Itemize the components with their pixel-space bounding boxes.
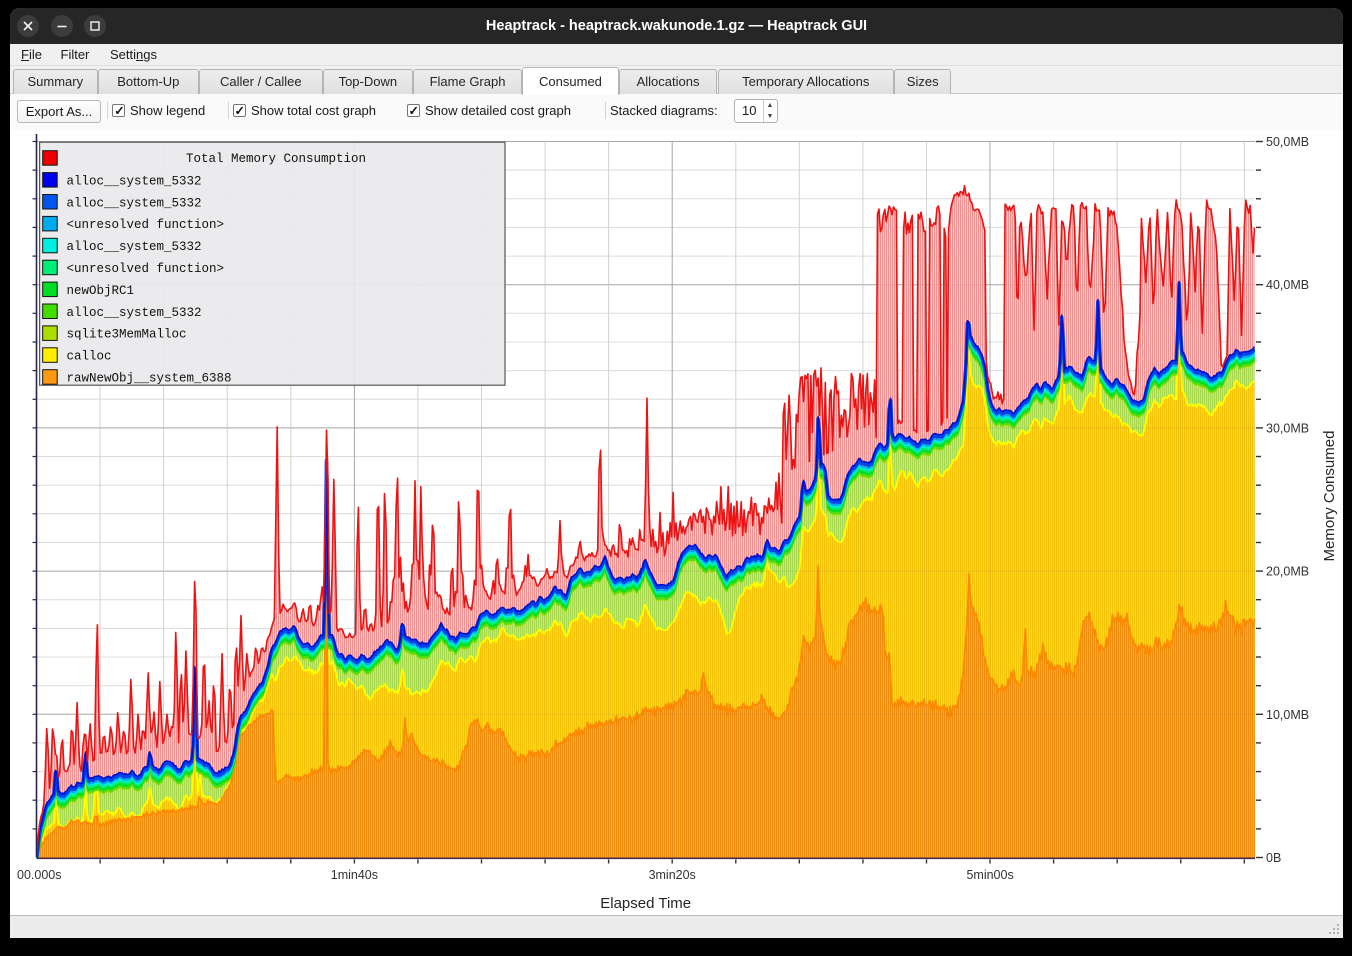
svg-text:alloc__system_5332: alloc__system_5332 bbox=[67, 196, 202, 210]
svg-text:00.000s: 00.000s bbox=[17, 868, 61, 882]
svg-text:alloc__system_5332: alloc__system_5332 bbox=[67, 174, 202, 188]
svg-text:50,0MB: 50,0MB bbox=[1266, 135, 1309, 149]
svg-text:calloc: calloc bbox=[67, 350, 112, 364]
svg-text:alloc__system_5332: alloc__system_5332 bbox=[67, 306, 202, 320]
svg-text:5min00s: 5min00s bbox=[966, 868, 1013, 882]
svg-text:<unresolved function>: <unresolved function> bbox=[67, 218, 225, 232]
svg-text:Memory Consumed: Memory Consumed bbox=[1321, 431, 1338, 562]
svg-text:<unresolved function>: <unresolved function> bbox=[67, 262, 225, 276]
svg-text:rawNewObj__system_6388: rawNewObj__system_6388 bbox=[67, 372, 232, 386]
svg-text:40,0MB: 40,0MB bbox=[1266, 278, 1309, 292]
svg-text:Total Memory Consumption: Total Memory Consumption bbox=[186, 152, 366, 166]
svg-text:30,0MB: 30,0MB bbox=[1266, 421, 1309, 435]
svg-text:10,0MB: 10,0MB bbox=[1266, 708, 1309, 722]
svg-text:newObjRC1: newObjRC1 bbox=[67, 284, 135, 298]
svg-text:alloc__system_5332: alloc__system_5332 bbox=[67, 240, 202, 254]
svg-text:0B: 0B bbox=[1266, 851, 1281, 865]
svg-text:1min40s: 1min40s bbox=[331, 868, 378, 882]
svg-text:Elapsed Time: Elapsed Time bbox=[600, 895, 691, 912]
svg-text:20,0MB: 20,0MB bbox=[1266, 565, 1309, 579]
svg-text:sqlite3MemMalloc: sqlite3MemMalloc bbox=[67, 328, 187, 342]
svg-text:3min20s: 3min20s bbox=[649, 868, 696, 882]
